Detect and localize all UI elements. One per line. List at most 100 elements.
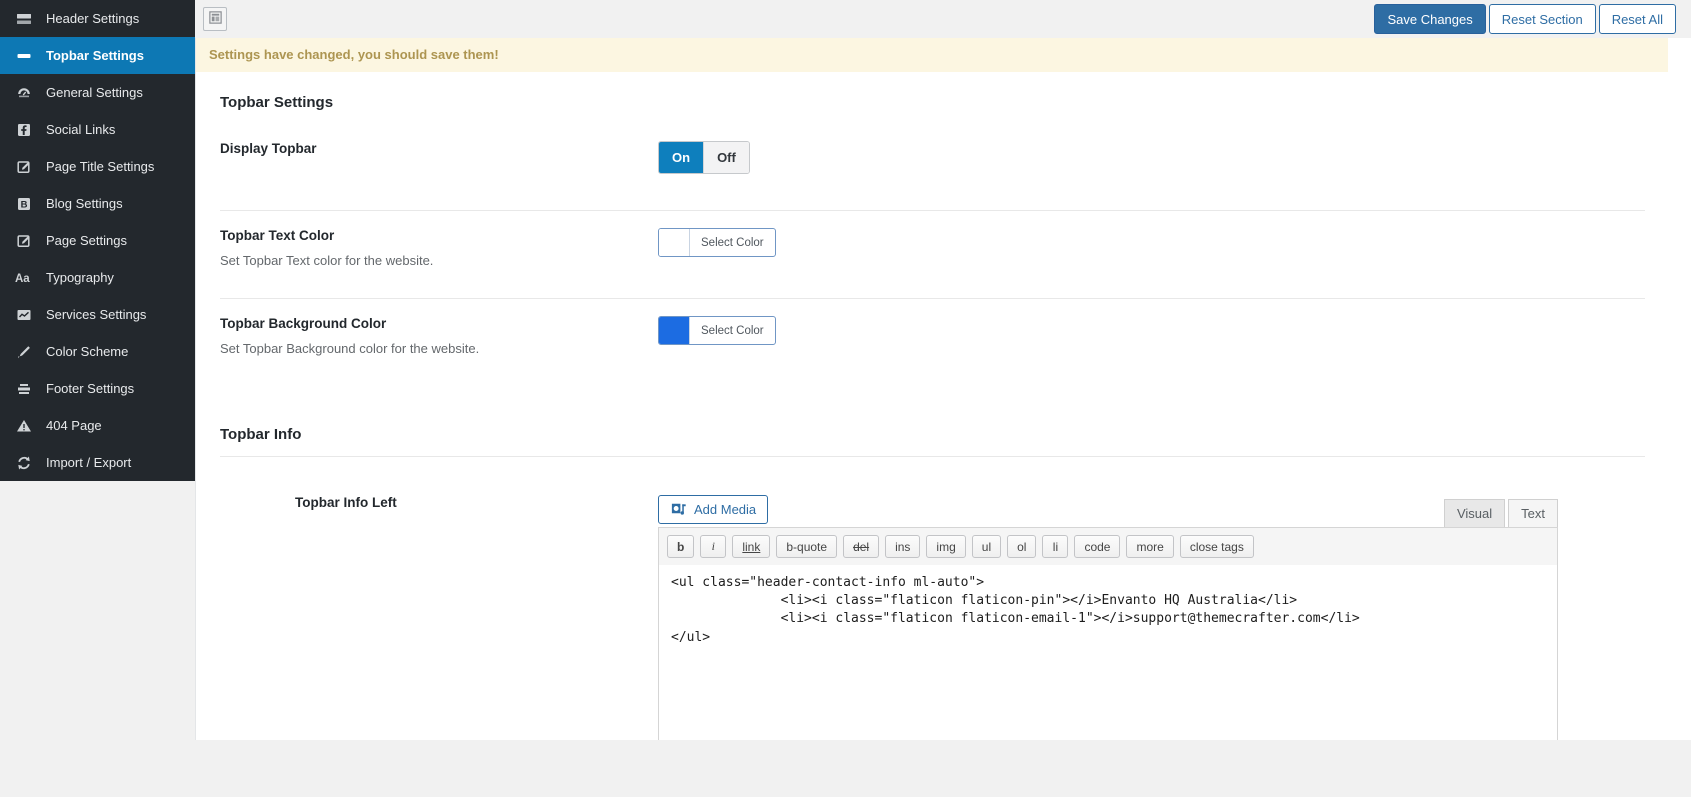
sidebar-item-label: Footer Settings — [46, 381, 135, 396]
quicktag-ul-button[interactable]: ul — [971, 535, 1002, 558]
sidebar-item-social-links[interactable]: Social Links — [0, 111, 195, 148]
select-color-label: Select Color — [701, 324, 764, 337]
sidebar-item-footer-settings[interactable]: Footer Settings — [0, 370, 195, 407]
field-label-text: Topbar Text Color — [220, 228, 335, 243]
chart-icon — [15, 306, 33, 324]
color-swatch — [659, 229, 690, 256]
field-label-text: Topbar Background Color — [220, 316, 387, 331]
quicktag-italic-button[interactable]: i — [700, 535, 727, 558]
sidebar-item-header-settings[interactable]: Header Settings — [0, 0, 195, 37]
sidebar-item-label: Services Settings — [46, 307, 147, 322]
page-title: Topbar Settings — [220, 94, 334, 111]
add-media-label: Add Media — [694, 502, 757, 517]
field-label: Display Topbar — [220, 141, 317, 156]
sidebar-item-color-scheme[interactable]: Color Scheme — [0, 333, 195, 370]
sidebar-item-topbar-settings[interactable]: Topbar Settings — [0, 37, 195, 74]
sidebar-item-page-settings[interactable]: Page Settings — [0, 222, 195, 259]
settings-content: Settings have changed, you should save t… — [195, 38, 1691, 740]
quicktag-more-button[interactable]: more — [1126, 535, 1174, 558]
editor-mode-tabs: Visual Text — [1443, 499, 1558, 527]
field-label: Topbar Info Left — [295, 495, 397, 510]
reset-section-button[interactable]: Reset Section — [1488, 4, 1596, 34]
sidebar-item-label: Typography — [46, 270, 114, 285]
unsaved-changes-notice: Settings have changed, you should save t… — [196, 38, 1668, 72]
svg-text:Aa: Aa — [15, 273, 30, 285]
editor-code-textarea[interactable] — [659, 565, 1557, 740]
window-layout-icon — [208, 10, 223, 28]
reset-all-button[interactable]: Reset All — [1598, 4, 1676, 34]
sidebar-item-label: Topbar Settings — [46, 48, 144, 63]
typography-aa-icon: Aa — [15, 269, 33, 287]
topbar-bar-icon — [15, 47, 33, 65]
quicktag-img-button[interactable]: img — [926, 535, 966, 558]
sync-arrows-icon — [15, 454, 33, 472]
sidebar-item-general-settings[interactable]: General Settings — [0, 74, 195, 111]
media-icon — [670, 500, 687, 520]
warning-triangle-icon — [15, 417, 33, 435]
footer-lines-icon — [15, 380, 33, 398]
quicktag-link-button[interactable]: link — [732, 535, 771, 558]
toggle-off-button[interactable]: Off — [703, 142, 749, 173]
sidebar-item-label: Social Links — [46, 122, 116, 137]
dashboard-gauge-icon — [15, 84, 33, 102]
topbar-actions: Save Changes Reset Section Reset All — [1374, 4, 1676, 34]
quicktag-blockquote-button[interactable]: b-quote — [776, 535, 838, 558]
field-description: Set Topbar Text color for the website. — [220, 253, 434, 268]
blog-icon: B — [15, 195, 33, 213]
quicktags-toolbar: b i link b-quote del ins img ul ol li co… — [659, 528, 1557, 565]
field-row-topbar-text-color: Topbar Text Color Set Topbar Text color … — [220, 211, 1645, 299]
topbar-text-color-picker-button[interactable]: Select Color — [658, 228, 776, 257]
theme-options-page: Header Settings Topbar Settings General … — [0, 0, 1691, 797]
sidebar-item-services-settings[interactable]: Services Settings — [0, 296, 195, 333]
text-editor-box: b i link b-quote del ins img ul ol li co… — [658, 527, 1558, 740]
sidebar-item-typography[interactable]: Aa Typography — [0, 259, 195, 296]
svg-text:B: B — [21, 199, 28, 210]
display-topbar-toggle: On Off — [658, 141, 750, 174]
wp-editor: Add Media Visual Text b i link b-quote d… — [658, 495, 1558, 740]
sidebar-item-label: Import / Export — [46, 455, 132, 470]
sidebar-item-import-export[interactable]: Import / Export — [0, 444, 195, 481]
quicktag-li-button[interactable]: li — [1042, 535, 1069, 558]
color-swatch — [659, 317, 690, 344]
sidebar-item-label: 404 Page — [46, 418, 102, 433]
field-row-topbar-info-left: Topbar Info Left Add Media Visual Text b… — [220, 457, 1645, 740]
sidebar-item-label: Color Scheme — [46, 344, 129, 359]
add-media-button[interactable]: Add Media — [658, 495, 769, 524]
sidebar-item-blog-settings[interactable]: B Blog Settings — [0, 185, 195, 222]
save-changes-button[interactable]: Save Changes — [1374, 4, 1486, 34]
editor-header: Add Media Visual Text — [658, 495, 1558, 527]
field-row-topbar-background-color: Topbar Background Color Set Topbar Backg… — [220, 299, 1645, 356]
sidebar-item-label: Blog Settings — [46, 196, 123, 211]
topbar-settings-panel: Topbar Settings Display Topbar On Off To… — [196, 94, 1691, 740]
quicktag-ins-button[interactable]: ins — [885, 535, 921, 558]
sidebar-item-label: Page Settings — [46, 233, 127, 248]
facebook-icon — [15, 121, 33, 139]
sidebar-item-404-page[interactable]: 404 Page — [0, 407, 195, 444]
sidebar-item-page-title-settings[interactable]: Page Title Settings — [0, 148, 195, 185]
sidebar-item-label: Page Title Settings — [46, 159, 155, 174]
toggle-on-button[interactable]: On — [659, 142, 704, 173]
topbar-background-color-picker-button[interactable]: Select Color — [658, 316, 776, 345]
subsection-title: Topbar Info — [220, 426, 1645, 457]
edit-page-icon — [15, 232, 33, 250]
quicktag-bold-button[interactable]: b — [667, 535, 695, 558]
quicktag-del-button[interactable]: del — [843, 535, 880, 558]
field-row-display-topbar: Display Topbar On Off — [220, 141, 1645, 211]
settings-sidebar: Header Settings Topbar Settings General … — [0, 0, 195, 481]
brush-icon — [15, 343, 33, 361]
edit-page-icon — [15, 158, 33, 176]
quicktag-close-tags-button[interactable]: close tags — [1179, 535, 1254, 558]
field-label: Topbar Text Color Set Topbar Text color … — [220, 228, 658, 268]
tab-visual[interactable]: Visual — [1443, 499, 1506, 527]
admin-top-bar: Save Changes Reset Section Reset All — [195, 0, 1691, 38]
field-label: Topbar Background Color Set Topbar Backg… — [220, 316, 658, 356]
header-layout-icon — [15, 10, 33, 28]
sidebar-item-label: General Settings — [46, 85, 143, 100]
select-color-label: Select Color — [701, 236, 764, 249]
sidebar-item-label: Header Settings — [46, 11, 140, 26]
tab-text[interactable]: Text — [1508, 499, 1558, 527]
quicktag-ol-button[interactable]: ol — [1007, 535, 1037, 558]
field-description: Set Topbar Background color for the webs… — [220, 341, 480, 356]
quicktag-code-button[interactable]: code — [1074, 535, 1121, 558]
expand-options-button[interactable] — [203, 7, 227, 31]
